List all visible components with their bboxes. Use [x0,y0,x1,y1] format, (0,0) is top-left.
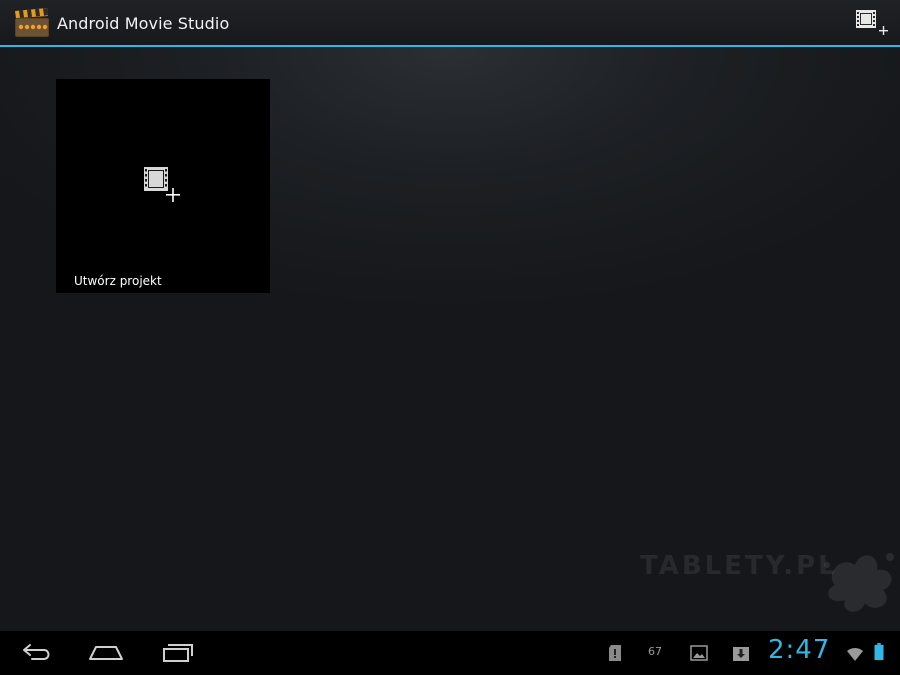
sd-card-icon[interactable] [606,644,624,662]
create-project-tile[interactable]: Utwórz projekt [56,79,270,293]
download-icon[interactable] [732,644,750,662]
back-icon[interactable] [16,637,56,669]
notification-count: 67 [648,645,662,658]
film-plus-icon[interactable] [856,8,888,40]
action-bar: Android Movie Studio [0,0,900,47]
system-bar: 67 2:47 [0,631,900,675]
clapperboard-icon[interactable] [14,8,50,38]
battery-icon [874,643,884,661]
watermark-text: TABLETY.PL [640,551,838,581]
create-project-label: Utwórz projekt [74,274,162,288]
app-screen: Android Movie Studio Utwórz projekt TABL… [0,0,900,675]
film-plus-icon [144,167,180,202]
home-icon[interactable] [86,637,126,669]
clock: 2:47 [768,635,831,665]
wifi-icon [847,647,863,661]
image-icon[interactable] [690,644,708,662]
app-title: Android Movie Studio [57,14,230,33]
splash-logo [824,553,894,612]
recent-apps-icon[interactable] [156,637,196,669]
